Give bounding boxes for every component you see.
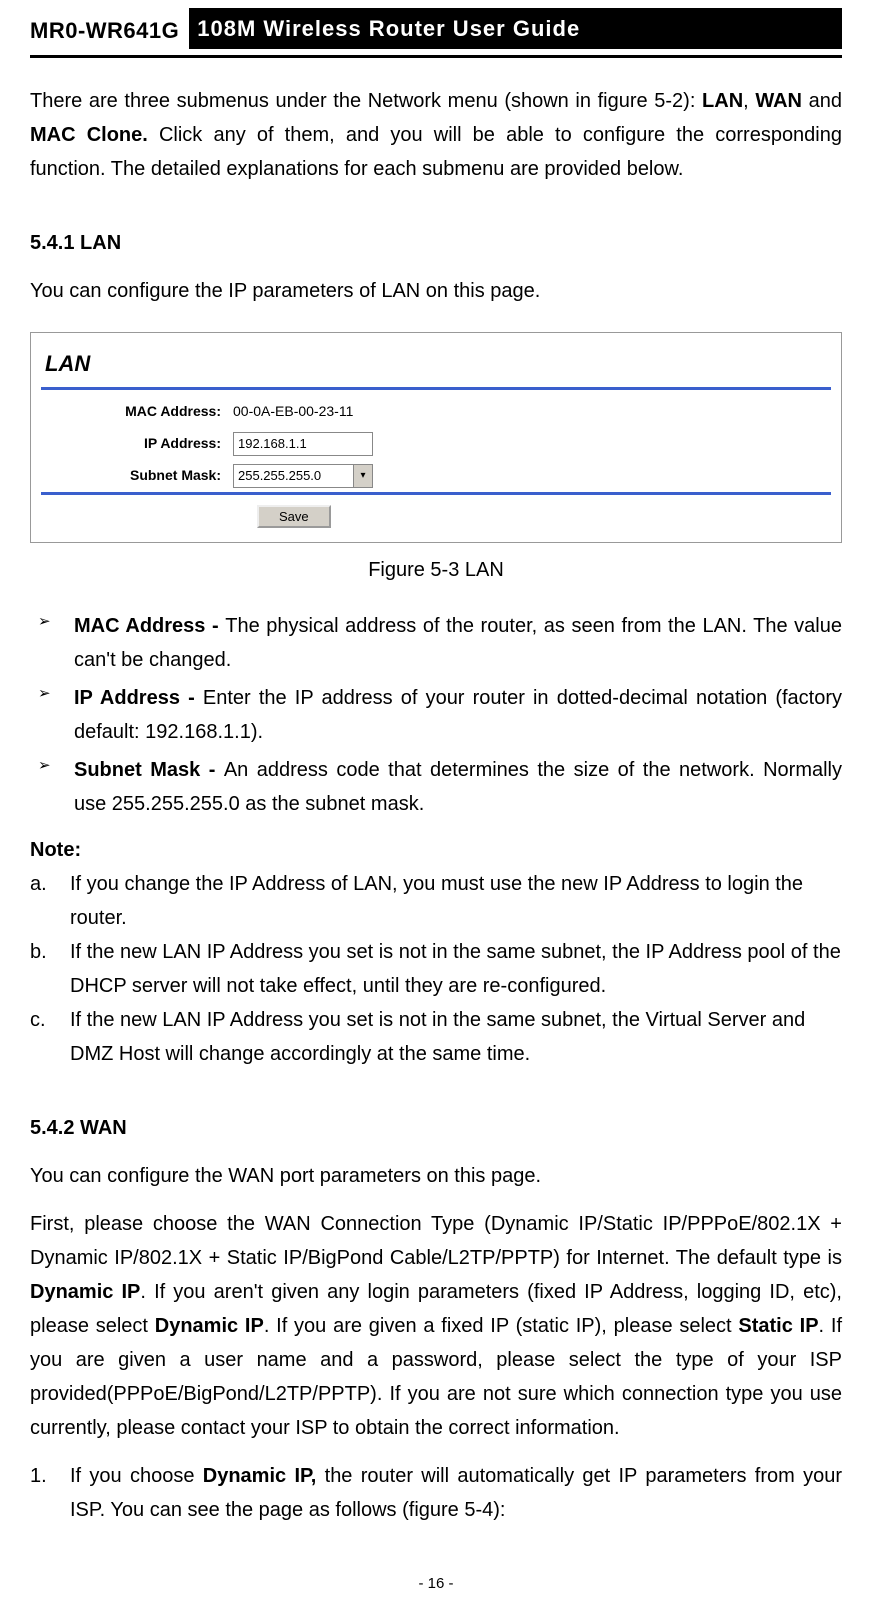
subnet-mask-select[interactable]: 255.255.255.0 ▾: [233, 464, 373, 488]
list-item: a. If you change the IP Address of LAN, …: [30, 867, 842, 935]
list-item: IP Address - Enter the IP address of you…: [30, 681, 842, 749]
subnet-mask-value: 255.255.255.0: [238, 465, 321, 487]
menu-lan: LAN: [702, 90, 743, 112]
chevron-down-icon: ▾: [353, 465, 372, 487]
wan-b1: Dynamic IP: [30, 1281, 140, 1303]
mac-address-row: MAC Address: 00-0A-EB-00-23-11: [81, 400, 831, 424]
mac-address-term: MAC Address -: [74, 615, 225, 637]
section-5-4-1-desc: You can configure the IP parameters of L…: [30, 274, 842, 308]
item-1-t1a: If you choose: [70, 1465, 203, 1487]
note-a-text: If you change the IP Address of LAN, you…: [70, 867, 842, 935]
document-title: 108M Wireless Router User Guide: [189, 8, 842, 49]
wan-p1: First, please choose the WAN Connection …: [30, 1213, 842, 1269]
note-b-text: If the new LAN IP Address you set is not…: [70, 935, 842, 1003]
ip-address-term: IP Address -: [74, 687, 203, 709]
section-5-4-2-heading: 5.4.2 WAN: [30, 1111, 842, 1145]
page-number: - 16 -: [30, 1571, 842, 1597]
item-1-t1b: Dynamic IP,: [203, 1465, 317, 1487]
ip-address-input[interactable]: [233, 432, 373, 456]
list-item: c. If the new LAN IP Address you set is …: [30, 1003, 842, 1071]
wan-p3: . If you are given a fixed IP (static IP…: [264, 1315, 739, 1337]
intro-suffix: Click any of them, and you will be able …: [30, 124, 842, 180]
lan-divider-bottom: [41, 492, 831, 495]
list-item: MAC Address - The physical address of th…: [30, 609, 842, 677]
note-c-marker: c.: [30, 1003, 60, 1071]
section-5-4-2-desc: You can configure the WAN port parameter…: [30, 1159, 842, 1193]
lan-panel-title: LAN: [45, 345, 831, 382]
intro-sep2: and: [802, 90, 842, 112]
list-item: 1. If you choose Dynamic IP, the router …: [30, 1459, 842, 1527]
intro-sep1: ,: [743, 90, 755, 112]
ip-address-label: IP Address:: [81, 432, 221, 456]
figure-5-3-caption: Figure 5-3 LAN: [30, 553, 842, 587]
menu-macclone: MAC Clone.: [30, 124, 148, 146]
notes-list: a. If you change the IP Address of LAN, …: [30, 867, 842, 1071]
wan-connection-paragraph: First, please choose the WAN Connection …: [30, 1207, 842, 1445]
ip-address-row: IP Address:: [81, 432, 831, 456]
list-item: Subnet Mask - An address code that deter…: [30, 753, 842, 821]
menu-wan: WAN: [755, 90, 802, 112]
save-button[interactable]: Save: [257, 505, 331, 528]
wan-b3: Static IP: [738, 1315, 818, 1337]
list-item: b. If the new LAN IP Address you set is …: [30, 935, 842, 1003]
mac-address-label: MAC Address:: [81, 400, 221, 424]
note-b-marker: b.: [30, 935, 60, 1003]
section-5-4-1-heading: 5.4.1 LAN: [30, 226, 842, 260]
item-1-marker: 1.: [30, 1459, 60, 1527]
note-heading: Note:: [30, 833, 842, 867]
model-number: MR0-WR641G: [30, 12, 179, 49]
page-header: MR0-WR641G 108M Wireless Router User Gui…: [30, 8, 842, 49]
mac-address-value: 00-0A-EB-00-23-11: [233, 400, 353, 424]
wan-numbered-list: 1. If you choose Dynamic IP, the router …: [30, 1459, 842, 1527]
note-a-marker: a.: [30, 867, 60, 935]
wan-b2: Dynamic IP: [155, 1315, 264, 1337]
subnet-mask-row: Subnet Mask: 255.255.255.0 ▾: [81, 464, 831, 488]
subnet-mask-term: Subnet Mask -: [74, 759, 224, 781]
note-c-text: If the new LAN IP Address you set is not…: [70, 1003, 842, 1071]
subnet-mask-label: Subnet Mask:: [81, 464, 221, 488]
field-description-list: MAC Address - The physical address of th…: [30, 609, 842, 821]
lan-divider-top: [41, 387, 831, 390]
header-divider: [30, 55, 842, 58]
lan-config-screenshot: LAN MAC Address: 00-0A-EB-00-23-11 IP Ad…: [30, 332, 842, 542]
intro-paragraph: There are three submenus under the Netwo…: [30, 84, 842, 186]
item-1-text: If you choose Dynamic IP, the router wil…: [70, 1459, 842, 1527]
intro-prefix: There are three submenus under the Netwo…: [30, 90, 702, 112]
